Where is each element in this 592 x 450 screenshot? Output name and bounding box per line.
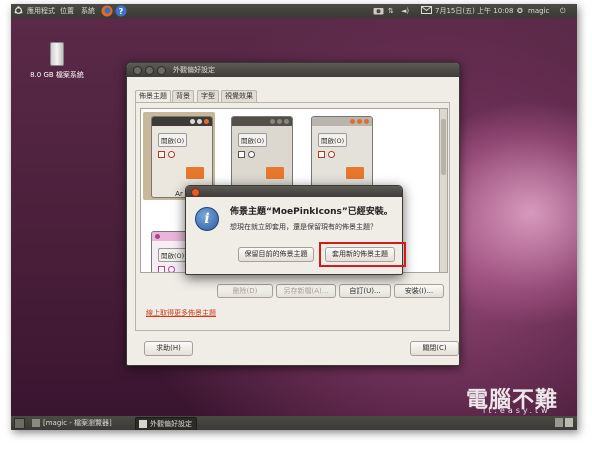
- preview-open-button: 開啟(O): [318, 133, 348, 147]
- info-icon: i: [195, 207, 219, 231]
- preview-open-button: 開啟(O): [238, 133, 268, 147]
- maximize-icon[interactable]: [157, 66, 167, 75]
- tab-background[interactable]: 背景: [172, 90, 194, 102]
- task-label: [magic - 檔案瀏覽器]: [43, 419, 112, 427]
- preview-minimize-icon: [270, 119, 275, 124]
- folder-icon: [32, 419, 40, 427]
- usb-drive-icon: [50, 42, 64, 66]
- gallery-scrollbar[interactable]: [439, 108, 448, 273]
- preview-folder-icon: [346, 167, 364, 179]
- power-icon[interactable]: ⏻: [560, 6, 566, 16]
- preview-minimize-icon: [190, 119, 195, 124]
- preview-checkbox: [158, 266, 165, 272]
- preview-maximize-icon: [357, 119, 362, 124]
- watermark-url: it.easy.tw: [483, 406, 551, 415]
- preview-radio: [168, 151, 175, 158]
- preview-close-icon: [364, 119, 369, 124]
- preview-radio: [328, 151, 335, 158]
- preview-folder-icon: [186, 167, 204, 179]
- preview-close-icon: [204, 119, 209, 124]
- bottom-panel: [magic - 檔案瀏覽器] 外觀偏好設定: [11, 416, 577, 430]
- volume-icon[interactable]: ◄): [401, 6, 409, 16]
- appearance-icon: [139, 420, 147, 428]
- preview-checkbox: [158, 151, 165, 158]
- task-appearance[interactable]: 外觀偏好設定: [135, 417, 197, 430]
- preview-maximize-icon: [277, 119, 282, 124]
- trash-icon[interactable]: [565, 418, 573, 427]
- top-panel: 應用程式 位置 系統 ? ⇅ ◄) 7月15日(五) 上午 10:08 ✪ ma…: [11, 4, 577, 18]
- task-file-browser[interactable]: [magic - 檔案瀏覽器]: [29, 417, 116, 429]
- minimize-icon[interactable]: [145, 66, 155, 75]
- show-desktop-icon[interactable]: [14, 418, 25, 429]
- window-titlebar[interactable]: 外觀偏好設定: [127, 63, 459, 77]
- tab-fonts[interactable]: 字型: [197, 90, 219, 102]
- screen: 應用程式 位置 系統 ? ⇅ ◄) 7月15日(五) 上午 10:08 ✪ ma…: [11, 4, 577, 430]
- preview-checkbox: [238, 151, 245, 158]
- preview-folder-icon: [266, 167, 284, 179]
- network-icon[interactable]: ⇅: [388, 6, 394, 16]
- preview-titlebar: [152, 117, 212, 126]
- save-as-button[interactable]: 另存新檔(A)...: [276, 284, 336, 298]
- user-name[interactable]: magic: [528, 6, 549, 16]
- ubuntu-logo-icon[interactable]: [14, 6, 23, 18]
- dialog-heading: 佈景主題“MoePinkIcons”已經安裝。: [230, 207, 393, 217]
- scrollbar-thumb[interactable]: [441, 119, 446, 175]
- preview-open-button: 開啟(O): [158, 133, 188, 147]
- preview-radio: [248, 151, 255, 158]
- menu-system[interactable]: 系統: [81, 6, 95, 16]
- highlight-box: [319, 242, 406, 267]
- dialog-message: 想現在就立即套用，還是保留現有的佈景主題？: [230, 223, 377, 231]
- preview-titlebar: [312, 117, 372, 126]
- preview-open-button: 開啟(O): [158, 248, 188, 262]
- preview-titlebar: [232, 117, 292, 126]
- preview-radio: [168, 266, 175, 272]
- camera-applet-icon[interactable]: [373, 6, 384, 18]
- install-button[interactable]: 安裝(I)...: [394, 284, 444, 298]
- task-label: 外觀偏好設定: [150, 420, 192, 428]
- close-icon[interactable]: [133, 66, 142, 75]
- workspace-switcher-icon[interactable]: [555, 418, 563, 427]
- preview-close-icon: [284, 119, 289, 124]
- get-more-themes-link[interactable]: 線上取得更多佈景主題: [146, 308, 216, 318]
- dialog-close-icon[interactable]: [191, 188, 200, 197]
- user-icon: ✪: [517, 7, 523, 15]
- mail-icon[interactable]: [421, 6, 432, 17]
- menu-applications[interactable]: 應用程式: [27, 6, 55, 16]
- delete-button[interactable]: 刪除(D): [217, 284, 273, 298]
- keep-current-theme-button[interactable]: 保留目前的佈景主題: [238, 247, 314, 262]
- preview-checkbox: [318, 151, 325, 158]
- window-title: 外觀偏好設定: [173, 66, 215, 74]
- svg-text:?: ?: [119, 7, 124, 16]
- menu-places[interactable]: 位置: [60, 6, 74, 16]
- dialog-titlebar[interactable]: [186, 186, 402, 197]
- preview-maximize-icon: [197, 119, 202, 124]
- clock[interactable]: 7月15日(五) 上午 10:08: [435, 6, 513, 16]
- preview-menu-icon: [155, 234, 160, 239]
- usb-drive[interactable]: 8.0 GB 檔案系統: [27, 42, 87, 80]
- tab-visual-effects[interactable]: 視覺效果: [221, 90, 257, 102]
- help-button[interactable]: 求助(H): [144, 341, 193, 356]
- customize-button[interactable]: 自訂(U)...: [339, 284, 391, 298]
- preview-minimize-icon: [350, 119, 355, 124]
- close-button[interactable]: 關閉(C): [410, 341, 459, 356]
- usb-drive-label: 8.0 GB 檔案系統: [30, 71, 84, 79]
